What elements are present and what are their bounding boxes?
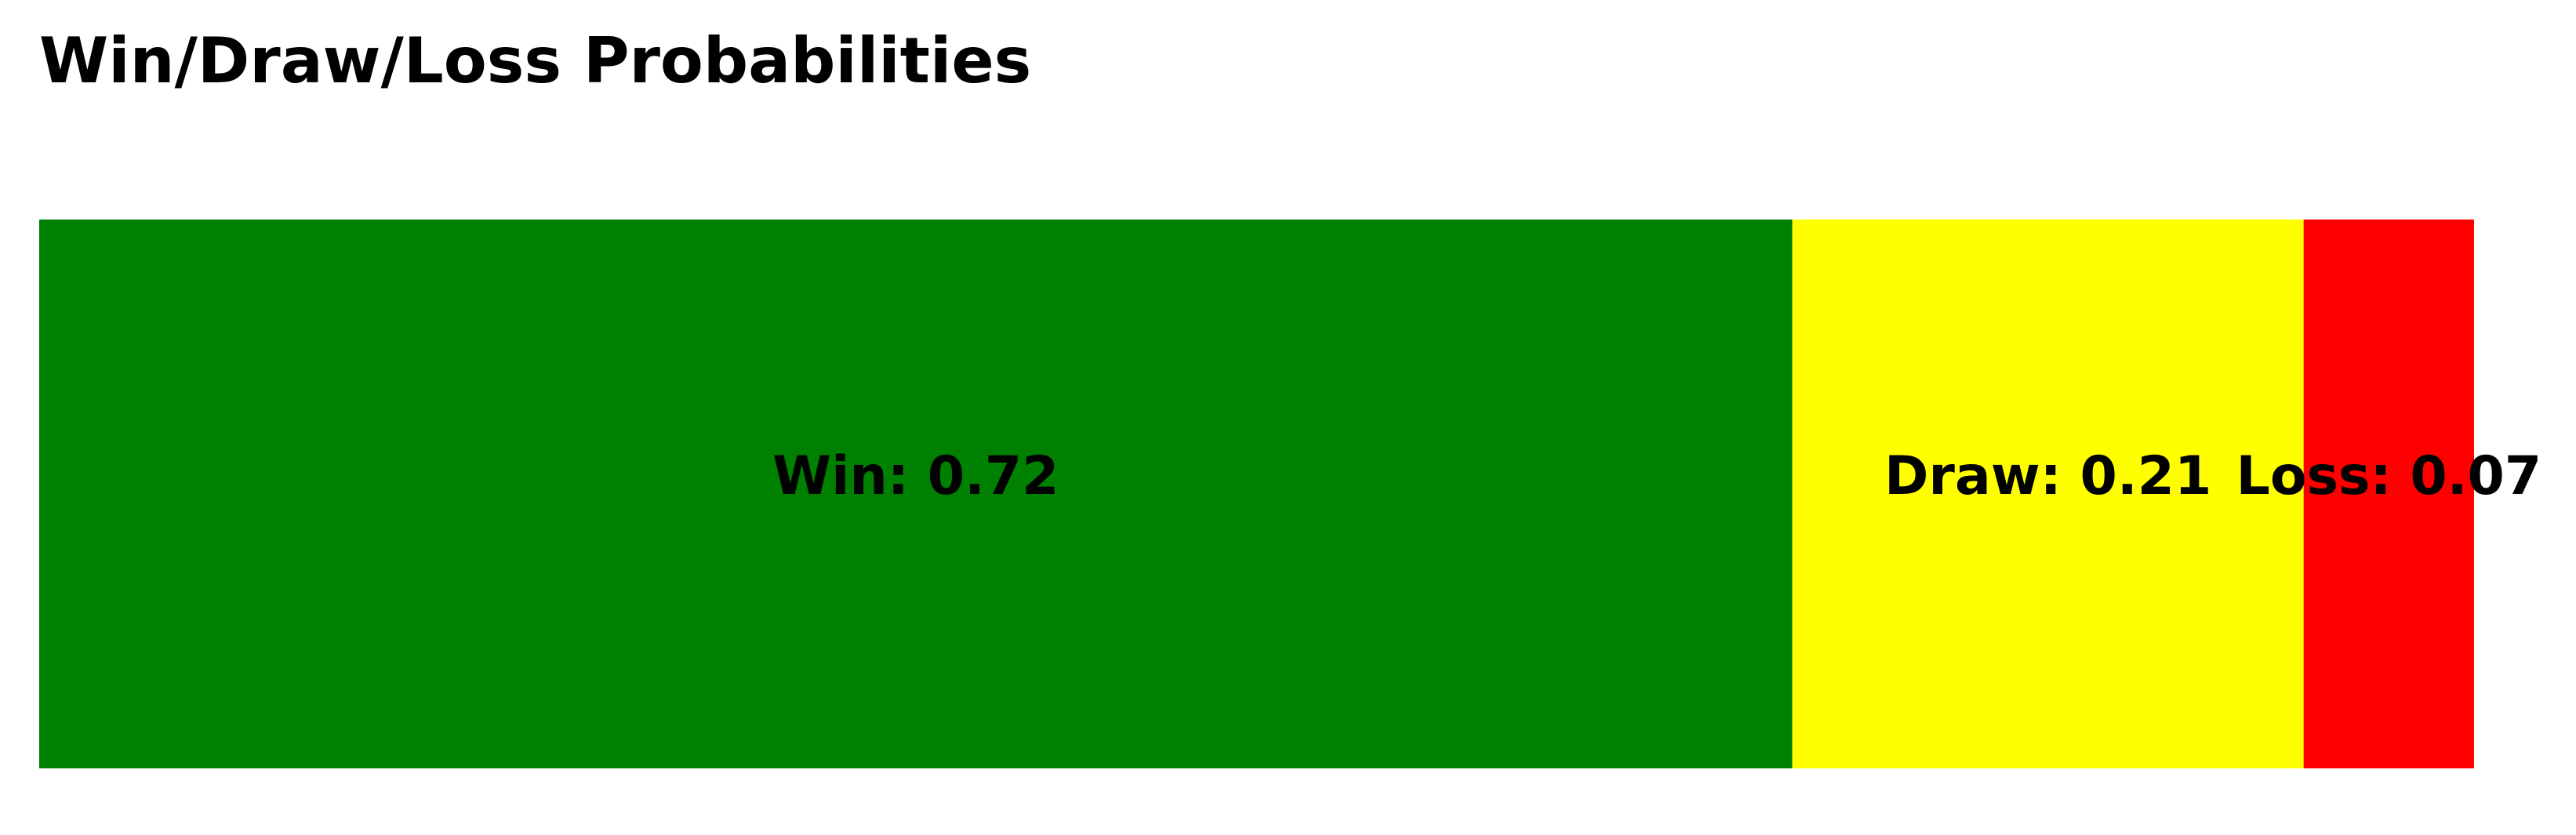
data-label-win: Win: 0.72: [772, 445, 1059, 507]
stacked-probability-bar-chart: Win: 0.72 Draw: 0.21 Loss: 0.07: [39, 220, 2542, 768]
data-label-loss: Loss: 0.07: [2236, 445, 2542, 507]
data-label-draw: Draw: 0.21: [1884, 445, 2211, 507]
